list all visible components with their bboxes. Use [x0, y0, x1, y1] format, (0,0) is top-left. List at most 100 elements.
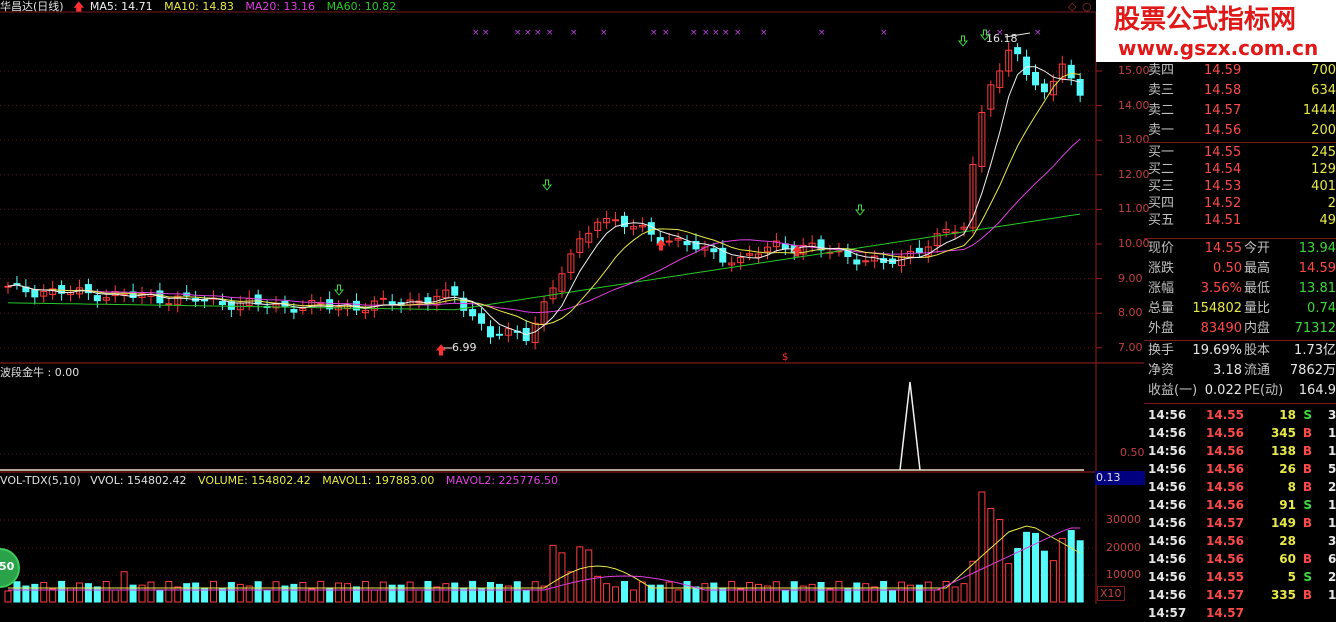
- volume-bar: [674, 589, 682, 603]
- tick-side: B: [1302, 462, 1312, 476]
- volume-bar: [969, 560, 977, 603]
- signal-x-marker: ×: [534, 28, 542, 38]
- signal-x-marker: ×: [996, 28, 1004, 38]
- buy-row-volume: 245: [1311, 145, 1336, 160]
- candle-body: [1040, 83, 1048, 93]
- stock-label[interactable]: 华昌达(日线): [0, 0, 64, 13]
- quote-value: 13.94: [1298, 241, 1336, 256]
- candle-body: [31, 289, 39, 298]
- buy-row[interactable]: 买五 14.51 49: [1144, 212, 1336, 230]
- orderbook-divider: [1144, 238, 1336, 239]
- quote-row: 换手 19.69% 股本 1.73亿: [1144, 342, 1336, 360]
- buy-row-volume: 2: [1327, 196, 1336, 211]
- tick-row[interactable]: 14:56 14.56 345 B 16: [1144, 424, 1336, 442]
- signal-x-marker: ×: [514, 28, 522, 38]
- signal-x-marker: ×: [524, 28, 532, 38]
- tick-price: 14.56: [1206, 426, 1244, 440]
- buy-row[interactable]: 买四 14.52 2: [1144, 195, 1336, 213]
- signal-x-marker: ×: [650, 28, 658, 38]
- sell-row-label: 卖二: [1148, 103, 1175, 118]
- sell-row[interactable]: 卖二 14.57 1444: [1144, 102, 1336, 120]
- tick-row[interactable]: 14:56 14.56 91 S 11: [1144, 496, 1336, 514]
- signal-x-marker: ×: [702, 28, 710, 38]
- mavol2-line: [8, 527, 1081, 591]
- signal-marker: $: [782, 352, 788, 363]
- quote-row: 现价 14.55 今开 13.94: [1144, 240, 1336, 258]
- orderbook-divider: [1144, 142, 1336, 143]
- buy-row[interactable]: 买一 14.55 245: [1144, 144, 1336, 162]
- candle-body: [201, 299, 209, 302]
- down-arrow-icon: [541, 179, 553, 191]
- volume-bar: [147, 581, 155, 603]
- tick-time: 14:56: [1148, 426, 1187, 440]
- volume-bar: [263, 590, 271, 603]
- quote-label: 外盘: [1148, 321, 1175, 336]
- tick-row[interactable]: 14:56 14.57 149 B 13: [1144, 514, 1336, 532]
- indicator-title: 波段金牛 : 0.00: [0, 366, 80, 379]
- candle-body: [451, 286, 459, 296]
- quote-row: 收益(一) 0.022 PE(动) 164.9: [1144, 382, 1336, 400]
- tick-row[interactable]: 14:56 14.57 335 B 15: [1144, 586, 1336, 604]
- quote-label: 最低: [1244, 281, 1271, 296]
- volume-bar: [165, 581, 173, 603]
- tick-count: 2: [1328, 480, 1336, 494]
- tick-row[interactable]: 14:56 14.56 60 B 6: [1144, 550, 1336, 568]
- volume-bar: [308, 588, 316, 603]
- tick-row[interactable]: 14:56 14.56 8 B 2: [1144, 478, 1336, 496]
- volume-bar: [576, 546, 584, 603]
- sell-row[interactable]: 卖一 14.56 200: [1144, 122, 1336, 140]
- volume-bar: [951, 586, 959, 603]
- volume-header: VOL-TDX(5,10) VVOL: 154802.42 VOLUME: 15…: [0, 474, 558, 487]
- sell-row-volume: 634: [1311, 83, 1336, 98]
- candle-body: [1023, 56, 1031, 75]
- diamond-icon[interactable]: ◇: [1068, 0, 1076, 13]
- volume-bar: [469, 580, 477, 603]
- buy-row[interactable]: 买三 14.53 401: [1144, 178, 1336, 196]
- ma10-label: MA10: 14.83: [164, 0, 234, 13]
- tick-volume: 5: [1287, 570, 1296, 584]
- tick-side: B: [1302, 516, 1312, 530]
- buy-row[interactable]: 买二 14.54 129: [1144, 161, 1336, 179]
- sell-row[interactable]: 卖三 14.58 634: [1144, 82, 1336, 100]
- candle-body: [612, 219, 620, 222]
- volume-bar: [665, 581, 673, 603]
- candle-body: [915, 247, 923, 254]
- candle-body: [469, 309, 477, 317]
- tick-row[interactable]: 14:57 14.57: [1144, 604, 1336, 622]
- volume-bar: [218, 588, 226, 603]
- buy-row-volume: 129: [1311, 162, 1336, 177]
- signal-x-marker: ×: [722, 28, 730, 38]
- tick-row[interactable]: 14:56 14.56 26 B 5: [1144, 460, 1336, 478]
- volume-bar: [335, 582, 343, 603]
- buy-row-price: 14.51: [1204, 213, 1242, 228]
- sell-row-label: 卖一: [1148, 123, 1175, 138]
- volume-bar: [1014, 548, 1022, 603]
- tick-row[interactable]: 14:56 14.55 5 S 2: [1144, 568, 1336, 586]
- kline-chart-area[interactable]: 16.186.99× × × × × × × × × × × × × × × × × × × × ×$: [0, 0, 1144, 604]
- volume-bar: [317, 580, 325, 603]
- price-axis-label: 7.00: [1118, 340, 1143, 354]
- sell-row-price: 14.56: [1204, 123, 1242, 138]
- circle-icon[interactable]: ○: [1082, 0, 1092, 13]
- tick-count: 15: [1328, 444, 1336, 458]
- tick-price: 14.57: [1206, 606, 1244, 620]
- signal-x-marker: ×: [818, 28, 826, 38]
- quote-label: 现价: [1148, 241, 1175, 256]
- tick-row[interactable]: 14:56 14.56 28 3: [1144, 532, 1336, 550]
- signal-x-marker: ×: [690, 28, 698, 38]
- tick-count: 11: [1328, 498, 1336, 512]
- candle-body: [93, 295, 101, 302]
- volume-bar: [746, 581, 754, 603]
- volume-bar: [585, 549, 593, 603]
- price-axis-label: 8.00: [1118, 306, 1143, 320]
- tick-row[interactable]: 14:56 14.56 138 B 15: [1144, 442, 1336, 460]
- volume-bar: [772, 581, 780, 603]
- watermark-url: www.gszx.com.cn: [1118, 36, 1319, 60]
- watermark-title: 股票公式指标网: [1114, 5, 1297, 35]
- quote-label: 今开: [1244, 241, 1271, 256]
- sell-row[interactable]: 卖四 14.59 700: [1144, 62, 1336, 80]
- volume-bar: [290, 583, 298, 603]
- low-annotation: 6.99: [452, 341, 477, 354]
- tick-row[interactable]: 14:56 14.55 18 S 3: [1144, 406, 1336, 424]
- price-axis-label: 9.00: [1118, 271, 1143, 285]
